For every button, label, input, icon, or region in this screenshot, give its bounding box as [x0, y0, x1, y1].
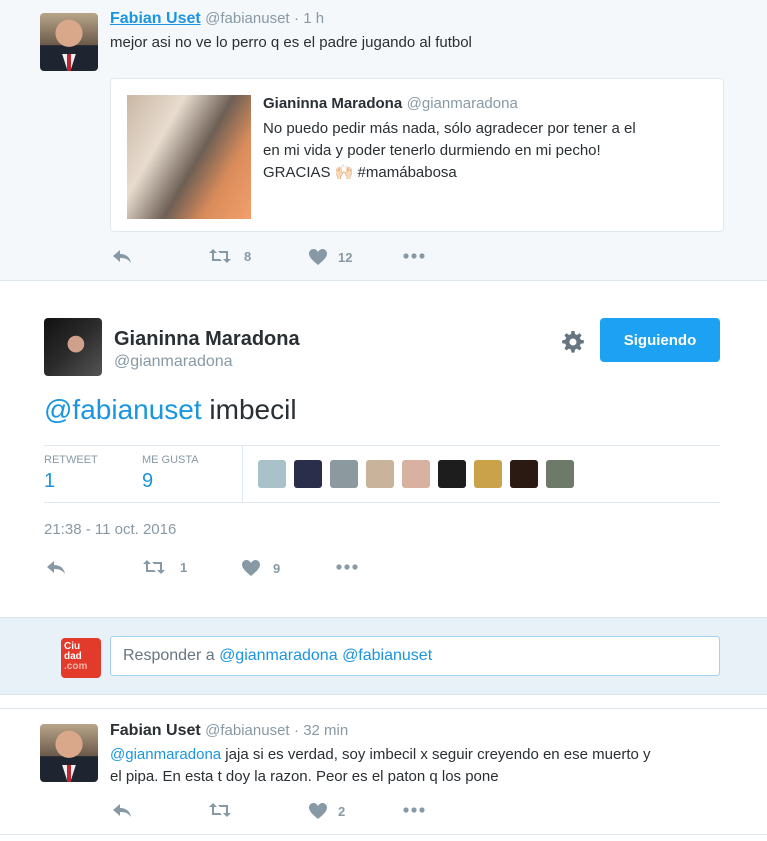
author-handle[interactable]: @fabianuset: [205, 10, 289, 27]
ciudad-logo: Ciu dad .com: [61, 638, 101, 678]
quoted-image[interactable]: [127, 95, 251, 219]
mention-link[interactable]: @fabianuset: [44, 394, 202, 425]
reply-mention: @gianmaradona: [219, 647, 338, 664]
author-handle[interactable]: @gianmaradona: [114, 353, 233, 371]
reply-input[interactable]: Responder a @gianmaradona @fabianuset: [110, 636, 720, 676]
heart-icon: [309, 249, 327, 265]
likes-stat[interactable]: ME GUSTA 9: [142, 454, 199, 493]
tweet-line: el pipa. En esta t doy la razon. Peor es…: [110, 768, 499, 785]
quoted-tweet[interactable]: Gianinna Maradona @gianmaradona No puedo…: [110, 78, 724, 232]
retweet-stat[interactable]: RETWEET 1: [44, 454, 98, 493]
quoted-author-name: Gianinna Maradona: [263, 95, 403, 112]
retweet-action[interactable]: [208, 802, 232, 818]
likes-stat-label: ME GUSTA: [142, 454, 199, 466]
tweet-time[interactable]: · 1 h: [294, 10, 324, 27]
tweet-text: @fabianuset imbecil: [44, 394, 297, 426]
like-action[interactable]: 12: [308, 248, 352, 266]
tweet-text: @gianmaradona jaja si es verdad, soy imb…: [110, 744, 730, 788]
heart-icon: [242, 560, 260, 576]
liker-avatar[interactable]: [510, 460, 538, 488]
hashtag: #mamábabosa: [357, 164, 457, 181]
avatar[interactable]: [44, 318, 102, 376]
retweet-stat-value: 1: [44, 470, 56, 492]
liker-avatar[interactable]: [294, 460, 322, 488]
more-action[interactable]: [402, 802, 426, 818]
avatar[interactable]: [40, 724, 98, 782]
more-icon: [403, 807, 425, 813]
reply-mention: @fabianuset: [342, 647, 433, 664]
retweet-icon: [209, 803, 231, 817]
quoted-line: en mi vida y poder tenerlo durmiendo en …: [263, 142, 601, 159]
following-button[interactable]: Siguiendo: [600, 318, 720, 362]
mention-link[interactable]: @gianmaradona: [110, 746, 221, 763]
liker-avatar[interactable]: [402, 460, 430, 488]
liker-avatar[interactable]: [258, 460, 286, 488]
liker-avatar[interactable]: [438, 460, 466, 488]
likers-avatars: [258, 460, 582, 493]
retweet-icon: [209, 249, 231, 263]
reply-prefix: Responder a: [123, 647, 220, 664]
more-icon: [336, 564, 358, 570]
more-icon: [403, 253, 425, 259]
more-action[interactable]: [402, 248, 426, 264]
tweet-text-fragment: jaja si es verdad, soy imbecil x seguir …: [221, 746, 651, 763]
likes-stat-value: 9: [142, 470, 154, 492]
author-name[interactable]: Fabian Uset: [110, 10, 201, 27]
tweet-stats: RETWEET 1 ME GUSTA 9: [44, 445, 720, 503]
quoted-line: GRACIAS 🙌🏻 #mamábabosa: [263, 162, 713, 184]
stats-divider: [242, 446, 243, 502]
like-count: 2: [338, 803, 346, 819]
liker-avatar[interactable]: [330, 460, 358, 488]
author-handle[interactable]: @fabianuset: [205, 722, 289, 739]
liker-avatar[interactable]: [366, 460, 394, 488]
retweet-count: 1: [180, 559, 188, 575]
retweet-stat-label: RETWEET: [44, 454, 98, 466]
retweet-action[interactable]: 1: [142, 559, 187, 575]
avatar[interactable]: [40, 13, 98, 71]
like-action[interactable]: 9: [241, 559, 280, 577]
more-action[interactable]: [335, 559, 359, 575]
liker-avatar[interactable]: [474, 460, 502, 488]
like-count: 12: [338, 249, 353, 265]
liker-avatar[interactable]: [546, 460, 574, 488]
logo-text: .com: [64, 661, 88, 672]
reply-action[interactable]: [112, 248, 132, 264]
author-name[interactable]: Gianinna Maradona: [114, 328, 300, 351]
quoted-author-handle: @gianmaradona: [406, 95, 518, 112]
reply-action[interactable]: [46, 559, 66, 575]
quoted-line: No puedo pedir más nada, sólo agradecer …: [263, 120, 636, 137]
reply-icon: [47, 561, 65, 574]
tweet-timestamp[interactable]: 21:38 - 11 oct. 2016: [44, 521, 176, 538]
author-name[interactable]: Fabian Uset: [110, 722, 201, 739]
heart-icon: [309, 803, 327, 819]
tweet-text: mejor asi no ve lo perro q es el padre j…: [110, 34, 472, 51]
retweet-icon: [143, 560, 165, 574]
raised-hands-emoji: 🙌🏻: [334, 164, 354, 181]
like-action[interactable]: 2: [308, 802, 345, 820]
tweet-time[interactable]: · 32 min: [294, 722, 348, 739]
reply-icon: [113, 804, 131, 817]
gear-icon[interactable]: [561, 330, 585, 359]
like-count: 9: [273, 560, 281, 576]
retweet-action[interactable]: 8: [208, 248, 251, 264]
quoted-text-fragment: GRACIAS: [263, 164, 331, 181]
tweet-text-body: imbecil: [201, 394, 297, 425]
parent-tweet: Fabian Uset @fabianuset · 1 h mejor asi …: [0, 0, 767, 281]
retweet-count: 8: [244, 248, 252, 264]
quoted-text: No puedo pedir más nada, sólo agradecer …: [263, 118, 713, 184]
reply-icon: [113, 250, 131, 263]
reply-action[interactable]: [112, 802, 132, 818]
tweet-line: @gianmaradona jaja si es verdad, soy imb…: [110, 744, 730, 766]
